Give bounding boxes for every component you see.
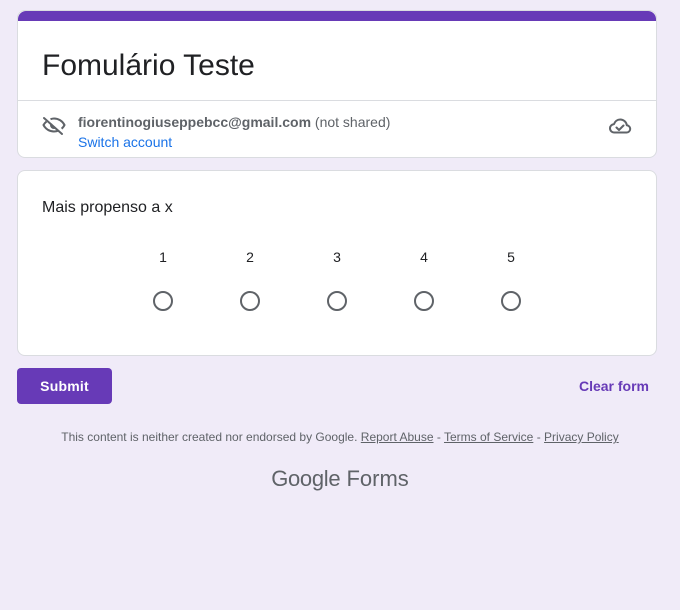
terms-of-service-link[interactable]: Terms of Service [444, 430, 533, 444]
disclaimer-text: This content is neither created nor endo… [61, 430, 358, 444]
scale-label-1: 1 [159, 249, 167, 265]
scale-label-4: 4 [420, 249, 428, 265]
account-info: fiorentinogiuseppebcc@gmail.com (not sha… [78, 114, 390, 130]
submit-button[interactable]: Submit [17, 368, 112, 404]
clear-form-button[interactable]: Clear form [579, 378, 649, 394]
question-title: Mais propenso a x [42, 199, 173, 216]
account-email: fiorentinogiuseppebcc@gmail.com [78, 114, 312, 130]
scale-label-3: 3 [333, 249, 341, 265]
scale-radio-3[interactable] [327, 291, 347, 311]
logo-forms-word: Forms [346, 466, 409, 491]
scale-radio-5[interactable] [501, 291, 521, 311]
form-header-card: Fomulário Teste fiorentinogiuseppebcc@gm… [17, 10, 657, 158]
privacy-policy-link[interactable]: Privacy Policy [544, 430, 619, 444]
cloud-saved-icon [609, 118, 632, 134]
scale-radio-4[interactable] [414, 291, 434, 311]
eye-off-icon [42, 117, 66, 135]
report-abuse-link[interactable]: Report Abuse [361, 430, 434, 444]
question-card: Mais propenso a x 1 2 3 4 5 [17, 170, 657, 356]
account-row: fiorentinogiuseppebcc@gmail.com (not sha… [18, 101, 656, 157]
logo-google-word: Google [271, 466, 341, 491]
scale-radio-1[interactable] [153, 291, 173, 311]
footer-disclaimer: This content is neither created nor endo… [0, 430, 680, 444]
switch-account-link[interactable]: Switch account [78, 134, 172, 150]
google-forms-logo[interactable]: Google Forms [0, 466, 680, 492]
shared-status: (not shared) [314, 114, 391, 130]
form-title: Fomulário Teste [42, 49, 255, 82]
footer-separator: - [536, 430, 541, 444]
scale-radio-2[interactable] [240, 291, 260, 311]
scale-label-5: 5 [507, 249, 515, 265]
header-accent-bar [18, 11, 656, 21]
footer-separator: - [436, 430, 441, 444]
scale-label-2: 2 [246, 249, 254, 265]
